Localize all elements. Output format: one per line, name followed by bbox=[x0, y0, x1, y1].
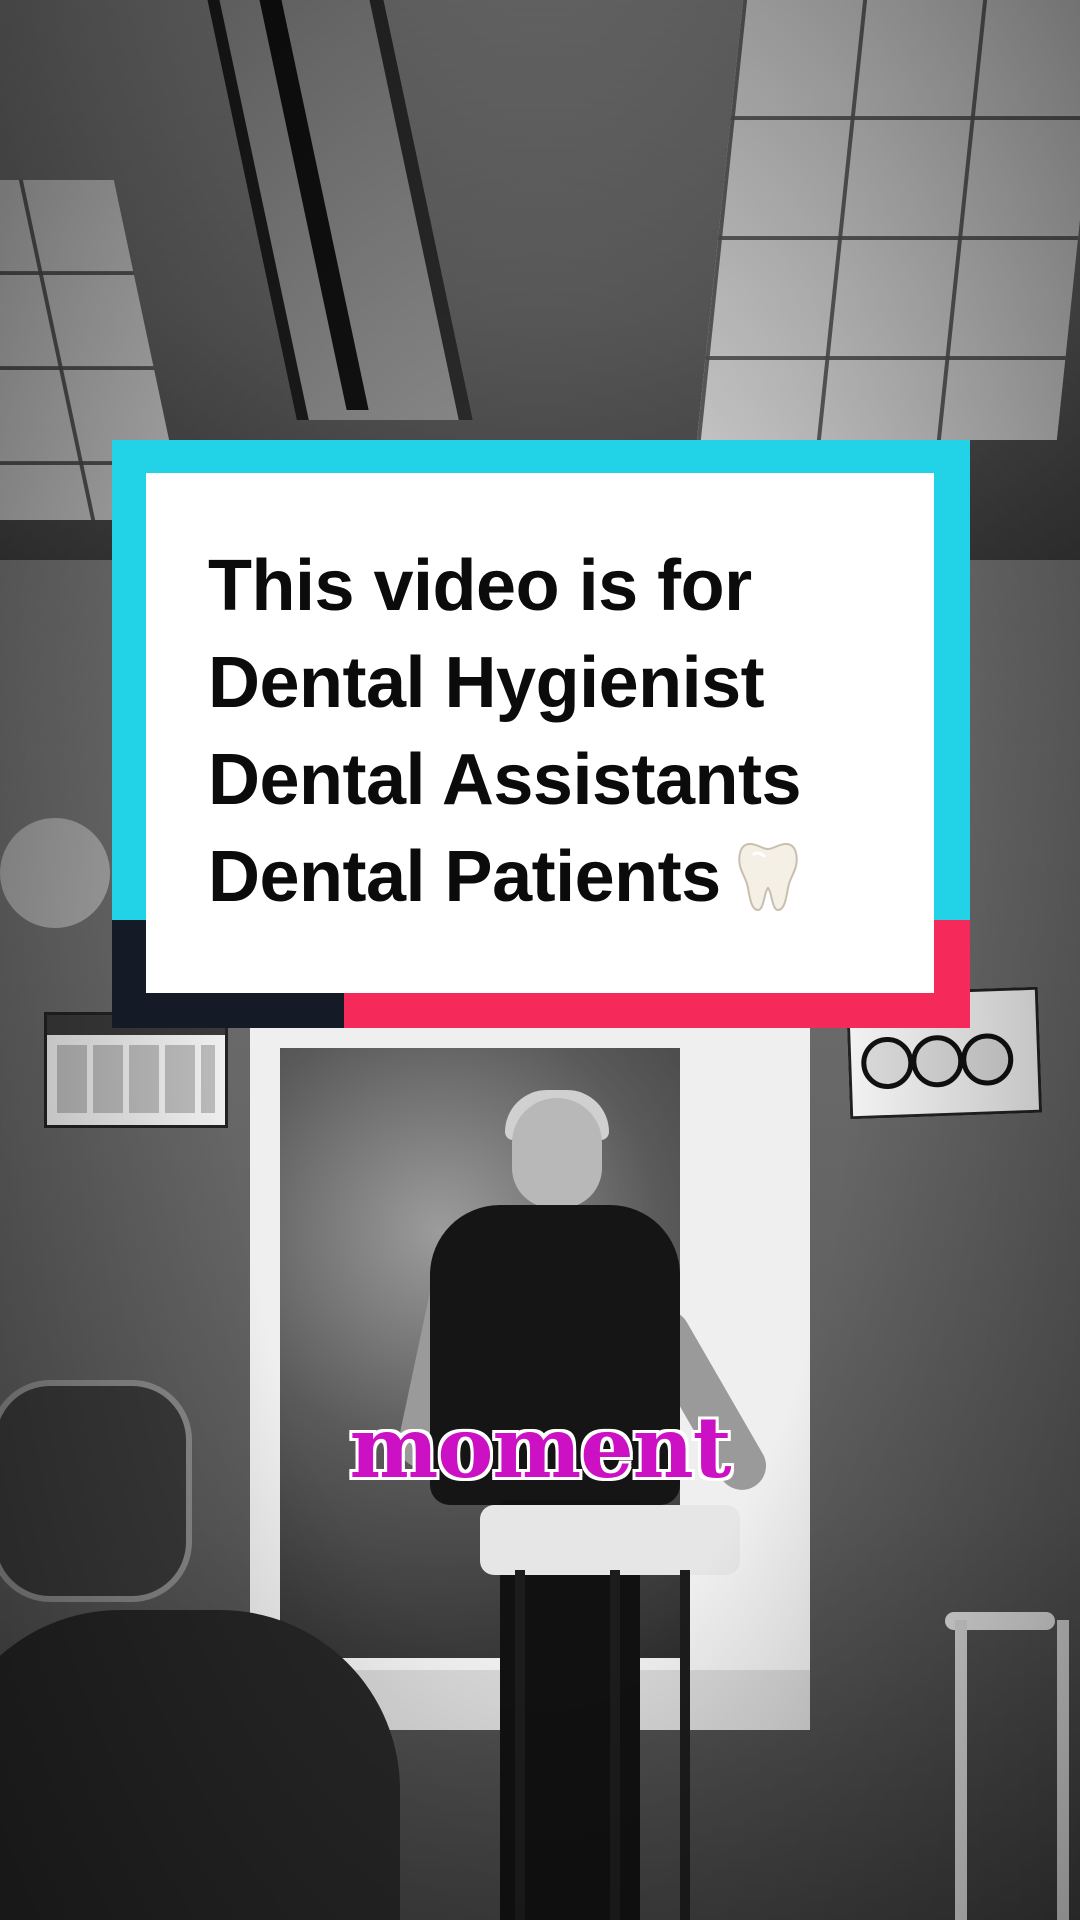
cart-pole bbox=[515, 1570, 525, 1920]
poster-circle bbox=[960, 1032, 1015, 1087]
dental-lamp bbox=[0, 818, 110, 928]
cart-pole bbox=[680, 1570, 690, 1920]
overlay-card-text: This video is for Dental Hygienist Denta… bbox=[208, 538, 908, 926]
tooth-icon bbox=[737, 842, 798, 911]
poster-circle bbox=[910, 1034, 965, 1089]
card-line-4-wrap: Dental Patients bbox=[208, 829, 908, 926]
ceiling-tiles-right bbox=[696, 0, 1080, 440]
card-line-2: Dental Hygienist bbox=[208, 643, 765, 723]
overlay-card: This video is for Dental Hygienist Denta… bbox=[146, 473, 934, 993]
poster-circle bbox=[860, 1036, 915, 1090]
person-head bbox=[512, 1098, 602, 1208]
card-line-3: Dental Assistants bbox=[208, 740, 802, 820]
stool bbox=[955, 1620, 1069, 1920]
instrument-cart bbox=[480, 1505, 740, 1575]
dental-chair bbox=[0, 1610, 400, 1920]
cart-pole bbox=[610, 1570, 620, 1920]
caption-word: moment bbox=[349, 1398, 731, 1497]
card-line-4: Dental Patients bbox=[208, 837, 721, 917]
wall-poster-left bbox=[44, 1012, 228, 1128]
poster-teeth-diagram bbox=[57, 1045, 215, 1113]
card-line-1: This video is for bbox=[208, 546, 752, 626]
